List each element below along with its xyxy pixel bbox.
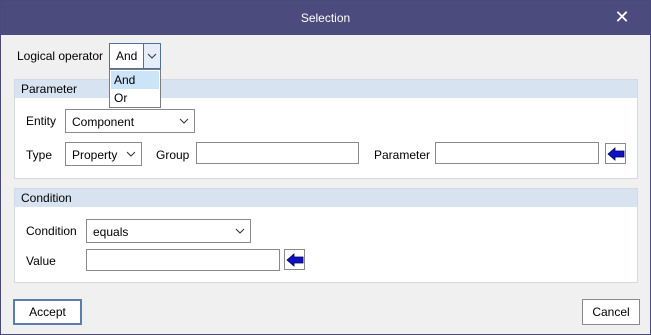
type-value: Property xyxy=(72,148,118,162)
value-label: Value xyxy=(26,254,56,268)
parameter-input[interactable] xyxy=(435,142,599,164)
selection-dialog: Selection ✕ Logical operator And Paramet… xyxy=(0,0,651,335)
chevron-down-icon xyxy=(125,146,137,162)
logical-operator-dropdown-list: And Or xyxy=(109,69,161,108)
value-pick-button[interactable] xyxy=(284,249,305,270)
entity-label: Entity xyxy=(26,114,57,128)
dropdown-option-or[interactable]: Or xyxy=(111,89,159,107)
title-bar: Selection ✕ xyxy=(1,1,650,35)
logical-operator-value: And xyxy=(116,49,138,63)
dropdown-option-and[interactable]: And xyxy=(111,71,159,89)
arrow-left-icon xyxy=(286,253,304,267)
close-icon[interactable]: ✕ xyxy=(612,7,632,27)
condition-select[interactable]: equals xyxy=(86,219,251,243)
logical-operator-dropdown-button[interactable] xyxy=(143,44,160,68)
condition-label: Condition xyxy=(26,224,77,238)
window-title: Selection xyxy=(300,11,351,25)
value-input[interactable] xyxy=(86,249,280,271)
chevron-down-icon xyxy=(234,223,246,239)
entity-value: Component xyxy=(72,115,135,129)
entity-select[interactable]: Component xyxy=(65,109,195,133)
group-label: Group xyxy=(156,148,190,162)
chevron-down-icon xyxy=(178,113,190,129)
type-select[interactable]: Property xyxy=(65,142,142,166)
condition-group-header: Condition xyxy=(15,189,637,207)
condition-value: equals xyxy=(93,225,129,239)
group-input[interactable] xyxy=(196,142,359,164)
chevron-down-icon xyxy=(147,53,157,59)
type-label: Type xyxy=(26,148,53,162)
logical-operator-label: Logical operator xyxy=(17,49,104,63)
accept-button[interactable]: Accept xyxy=(13,299,82,325)
logical-operator-select[interactable]: And xyxy=(109,43,161,69)
cancel-button[interactable]: Cancel xyxy=(582,299,640,325)
parameter-label: Parameter xyxy=(374,148,431,162)
parameter-group-title: Parameter xyxy=(21,82,78,96)
parameter-pick-button[interactable] xyxy=(605,143,626,164)
arrow-left-icon xyxy=(607,147,625,161)
condition-group-title: Condition xyxy=(21,191,72,205)
